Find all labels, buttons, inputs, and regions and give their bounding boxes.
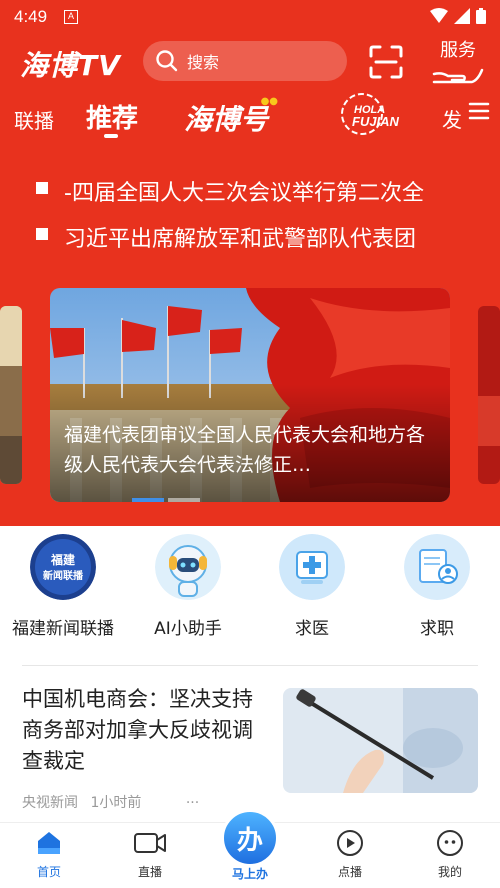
svg-text:新闻联播: 新闻联播 bbox=[43, 569, 84, 582]
carousel-prev-card[interactable] bbox=[0, 306, 22, 484]
svg-text:福建: 福建 bbox=[50, 552, 76, 567]
headline-item[interactable]: -四届全国人大三次会议举行第二次全 bbox=[0, 172, 500, 212]
headline-item[interactable]: 习近平出席解放军和武警部队代表团 bbox=[0, 218, 500, 258]
nav-service-center[interactable]: 办 马上办 bbox=[219, 809, 281, 882]
carousel-dot-active bbox=[132, 498, 164, 502]
headline-text: -四届全国人大三次会议举行第二次全 bbox=[64, 181, 424, 206]
nav-live-label: 直播 bbox=[137, 865, 162, 879]
sparkle-icon: ●● bbox=[260, 96, 279, 107]
quick-link-label: 求医 bbox=[295, 619, 329, 639]
headline-text: 习近平出席解放军和武警部队代表团 bbox=[64, 227, 417, 252]
more-options-icon[interactable]: ··· bbox=[186, 795, 199, 811]
ai-robot-icon bbox=[155, 534, 221, 600]
quick-link-label: AI小助手 bbox=[154, 619, 222, 639]
carousel-next-card[interactable] bbox=[478, 306, 500, 484]
quick-link-label: 求职 bbox=[420, 619, 454, 639]
hola-fujian-logo: HOLA FUJIAN bbox=[341, 93, 400, 135]
bullet-icon bbox=[36, 182, 48, 194]
tab-hola-fujian[interactable]: HOLA FUJIAN bbox=[340, 92, 410, 136]
status-bar: 4:49 A bbox=[0, 0, 500, 34]
tab-haibo-label: 海博号 bbox=[184, 103, 269, 136]
thumbnail-image bbox=[283, 688, 478, 793]
wifi-icon bbox=[430, 8, 448, 23]
prev-card-image bbox=[0, 306, 22, 484]
active-tab-indicator bbox=[104, 134, 118, 138]
sim-icon: A bbox=[64, 10, 78, 24]
nav-home-label: 首页 bbox=[36, 865, 61, 879]
nav-vod-label: 点播 bbox=[337, 865, 362, 879]
service-button[interactable]: 服务 bbox=[428, 36, 488, 86]
video-camera-icon bbox=[134, 833, 166, 853]
nav-mine-label: 我的 bbox=[437, 865, 462, 879]
profile-icon bbox=[437, 830, 463, 856]
news-thumbnail bbox=[283, 688, 478, 793]
fujian-news-icon: 福建 新闻联播 bbox=[30, 534, 96, 600]
banner-caption: 福建代表团审议全国人民代表大会和地方各级人民代表大会代表法修正… bbox=[64, 424, 426, 476]
nav-vod[interactable]: 点播 bbox=[315, 829, 385, 880]
menu-icon[interactable] bbox=[468, 100, 490, 122]
hero-banner[interactable]: 福建代表团审议全国人民代表大会和地方各级人民代表大会代表法修正… bbox=[50, 288, 450, 502]
news-source: 央视新闻 bbox=[22, 795, 78, 811]
quick-link-label: 福建新闻联播 bbox=[12, 619, 114, 639]
home-icon bbox=[38, 832, 60, 854]
service-center-badge: 办 bbox=[221, 809, 279, 867]
carousel-indicator bbox=[132, 498, 200, 502]
carousel-dot bbox=[168, 498, 200, 502]
quick-link-ai-assistant[interactable]: AI小助手 bbox=[133, 534, 243, 639]
app-logo: 海博TV bbox=[20, 49, 121, 82]
bottom-nav: 首页 直播 办 马上办 点播 我的 bbox=[0, 809, 500, 888]
news-title: 中国机电商会：坚决支持商务部对加拿大反歧视调查裁定 bbox=[22, 687, 253, 773]
quick-link-fujian-news[interactable]: 福建 新闻联播 福建新闻联播 bbox=[8, 534, 118, 639]
news-item[interactable]: 中国机电商会：坚决支持商务部对加拿大反歧视调查裁定 央视新闻 1小时前 ··· bbox=[22, 684, 478, 814]
hola-line2: FUJIAN bbox=[352, 114, 400, 129]
nav-home[interactable]: 首页 bbox=[14, 829, 84, 880]
tab-haibo[interactable]: 海博号 ●● bbox=[184, 96, 278, 138]
play-circle-icon bbox=[337, 830, 363, 856]
battery-icon bbox=[476, 8, 486, 24]
tab-recommend[interactable]: 推荐 bbox=[86, 98, 138, 135]
system-icons bbox=[430, 8, 486, 24]
medical-icon bbox=[279, 534, 345, 600]
search-icon bbox=[156, 50, 178, 72]
nav-center-label: 马上办 bbox=[231, 867, 268, 881]
status-time: 4:49 bbox=[14, 7, 48, 26]
quick-links: 福建 新闻联播 福建新闻联播 AI小助手 求医 求职 bbox=[0, 534, 500, 644]
section-divider bbox=[22, 665, 478, 666]
search-placeholder: 搜索 bbox=[187, 53, 220, 72]
nav-live[interactable]: 直播 bbox=[115, 829, 185, 880]
nav-mine[interactable]: 我的 bbox=[415, 829, 485, 880]
hand-icon bbox=[432, 68, 484, 84]
signal-icon bbox=[454, 8, 470, 24]
bullet-icon bbox=[36, 228, 48, 240]
service-label: 服务 bbox=[440, 40, 476, 61]
news-time: 1小时前 bbox=[90, 795, 142, 811]
channel-tabs: 联播 推荐 海博号 ●● HOLA FUJIAN 发 bbox=[0, 92, 500, 144]
quick-link-jobs[interactable]: 求职 bbox=[382, 534, 492, 639]
news-meta: 央视新闻 1小时前 ··· bbox=[22, 792, 199, 812]
quick-link-medical[interactable]: 求医 bbox=[257, 534, 367, 639]
search-bar[interactable]: 搜索 bbox=[143, 41, 347, 81]
scan-icon[interactable] bbox=[368, 44, 404, 80]
next-card-image bbox=[478, 306, 500, 484]
job-icon bbox=[404, 534, 470, 600]
tab-live[interactable]: 联播 bbox=[14, 105, 54, 134]
tab-partial[interactable]: 发 bbox=[442, 104, 462, 133]
